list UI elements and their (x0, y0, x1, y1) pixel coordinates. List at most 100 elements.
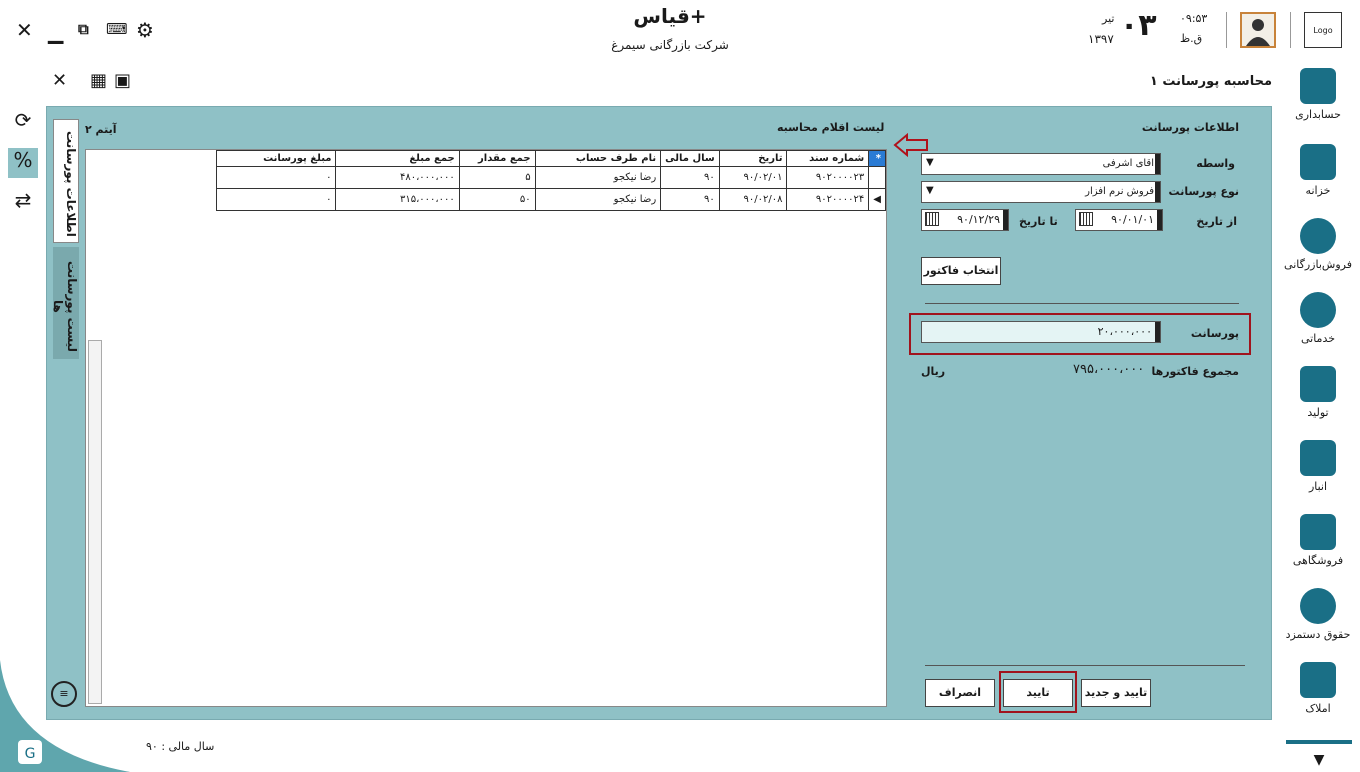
row-selector-header[interactable]: * (868, 150, 886, 167)
keyboard-icon[interactable]: ⌨ (106, 20, 128, 38)
accounting-icon (1300, 68, 1336, 104)
fiscal-year-status: سال مالی : ۹۰ (146, 740, 215, 753)
confirm-button[interactable]: تایید (1003, 679, 1073, 707)
coins-icon (1300, 588, 1336, 624)
calendar-icon[interactable] (1079, 212, 1093, 226)
item-count: ۲ آیتم (85, 123, 117, 136)
restore-icon[interactable]: ⧉ (78, 20, 89, 38)
tab-commission-list[interactable]: لیست پورسانت ها (51, 247, 79, 359)
cell: ۹۰/۰۲/۰۱ (718, 166, 788, 189)
commission-form: اطلاعات پورسانت واسطه ▼ اقای اشرفی نوع پ… (903, 107, 1271, 719)
field-marker (1155, 154, 1160, 174)
invoice-total-value: ۷۹۵،۰۰۰،۰۰۰ (1073, 362, 1145, 377)
nav-store[interactable]: فروشگاهی (1278, 510, 1358, 582)
nav-label: خزانه (1305, 184, 1331, 197)
nav-treasury[interactable]: خزانه (1278, 140, 1358, 212)
store-icon (1300, 514, 1336, 550)
col-total-amount: جمع مبلغ (335, 150, 460, 167)
calendar-icon[interactable]: ▣ (114, 70, 131, 91)
row-selector[interactable]: ◀ (868, 188, 886, 211)
export-icon[interactable]: ⇄ (8, 188, 38, 218)
col-account-name: نام طرف حساب (534, 150, 662, 167)
col-commission-amount: مبلغ پورسانت (215, 150, 337, 167)
col-total-qty: جمع مقدار (458, 150, 536, 167)
agent-label: واسطه (1196, 157, 1235, 170)
user-icon (1246, 19, 1270, 46)
cell: ۵ (458, 166, 536, 189)
cell: ۵۰ (458, 188, 536, 211)
chevron-down-icon: ▼ (926, 157, 934, 168)
cell: رضا نیکجو (534, 166, 662, 189)
nav-label: املاک (1305, 702, 1331, 715)
divider (925, 303, 1239, 304)
nav-accounting[interactable]: حسابداری (1278, 64, 1358, 136)
row-selector[interactable] (868, 166, 886, 189)
ampm-label: ق.ظ (1180, 32, 1203, 45)
nav-label: فروش‌بازرگانی (1284, 258, 1352, 271)
currency-label: ریال (921, 365, 946, 378)
cell: ۳۱۵،۰۰۰،۰۰۰ (335, 188, 460, 211)
tab-commission-info[interactable]: اطلاعات پورسانت (53, 119, 79, 243)
minimize-icon[interactable]: ▁ (48, 20, 63, 44)
calculator-icon[interactable]: ▦ (90, 70, 107, 91)
cell: ۹۰ (660, 188, 720, 211)
nav-services[interactable]: خدماتی (1278, 288, 1358, 360)
type-dropdown[interactable]: ▼ فروش نرم افزار (921, 181, 1161, 203)
invoice-total-label: مجموع فاکتورها (1151, 365, 1239, 378)
table-row[interactable]: ۰ ۳۱۵،۰۰۰،۰۰۰ ۵۰ رضا نیکجو ۹۰ ۹۰/۰۲/۰۸ ۹… (215, 188, 886, 211)
nav-scroll-down-icon[interactable]: ▼ (1286, 740, 1352, 770)
from-date-label: از تاریخ (1196, 215, 1237, 228)
select-invoice-button[interactable]: انتخاب فاکتور (921, 257, 1001, 285)
confirm-new-button[interactable]: تایید و جدید (1081, 679, 1151, 707)
type-value: فروش نرم افزار (1085, 186, 1154, 197)
to-date-input[interactable]: ۹۰/۱۲/۲۹ (921, 209, 1009, 231)
app-title: قیاس+ (633, 4, 707, 28)
nav-payroll[interactable]: حقوق دستمزد (1278, 584, 1358, 656)
commission-label: پورسانت (1190, 327, 1239, 340)
divider (925, 665, 1245, 666)
nav-sales[interactable]: فروش‌بازرگانی (1278, 214, 1358, 286)
year-label: ۱۳۹۷ (1088, 32, 1114, 46)
cell: ۹۰/۰۲/۰۸ (718, 188, 788, 211)
cell: رضا نیکجو (534, 188, 662, 211)
cell: ۹۰۲۰۰۰۰۲۳ (786, 166, 870, 189)
logo: Logo (1304, 12, 1342, 48)
from-date-value: ۹۰/۰۱/۰۱ (1111, 213, 1154, 226)
company-name: شرکت بازرگانی سیمرغ (611, 38, 729, 52)
nav-label: حقوق دستمزد (1285, 628, 1351, 641)
field-marker (1155, 322, 1160, 342)
cell: ۹۰ (660, 166, 720, 189)
field-marker (1003, 210, 1008, 230)
nav-property[interactable]: املاک (1278, 658, 1358, 730)
main-nav: حسابداری خزانه فروش‌بازرگانی خدماتی تولی… (1278, 60, 1360, 772)
globe-sales-icon (1300, 218, 1336, 254)
close-tab-icon[interactable]: ✕ (52, 70, 67, 91)
nav-label: حسابداری (1295, 108, 1341, 121)
agent-dropdown[interactable]: ▼ اقای اشرفی (921, 153, 1161, 175)
nav-production[interactable]: تولید (1278, 362, 1358, 434)
items-table-wrap: مبلغ پورسانت جمع مبلغ جمع مقدار نام طرف … (85, 149, 887, 707)
cancel-button[interactable]: انصراف (925, 679, 995, 707)
user-avatar[interactable] (1240, 12, 1276, 48)
field-marker (1157, 210, 1162, 230)
nav-label: خدماتی (1300, 332, 1336, 345)
calendar-icon[interactable] (925, 212, 939, 226)
commission-doc-icon[interactable]: % (8, 148, 38, 178)
divider (1290, 12, 1291, 48)
cell: ۰ (215, 166, 337, 189)
page-title: محاسبه پورسانت ۱ (1149, 74, 1272, 89)
col-date: تاریخ (718, 150, 788, 167)
refresh-icon[interactable]: ⟳ (8, 108, 38, 138)
table-row[interactable]: ۰ ۴۸۰،۰۰۰،۰۰۰ ۵ رضا نیکجو ۹۰ ۹۰/۰۲/۰۱ ۹۰… (215, 166, 886, 189)
col-doc-number: شماره سند (786, 150, 870, 167)
section-title: اطلاعات پورسانت (1141, 121, 1239, 134)
gear-icon[interactable]: ⚙ (136, 18, 154, 42)
nav-warehouse[interactable]: انبار (1278, 436, 1358, 508)
vertical-scrollbar[interactable] (88, 340, 102, 704)
production-icon (1300, 366, 1336, 402)
col-fiscal-year: سال مالی (660, 150, 720, 167)
from-date-input[interactable]: ۹۰/۰۱/۰۱ (1075, 209, 1163, 231)
commission-input[interactable]: ۲۰،۰۰۰،۰۰۰ (921, 321, 1161, 343)
day-label: ۰۳ (1120, 8, 1157, 43)
close-window-icon[interactable]: ✕ (16, 18, 33, 42)
